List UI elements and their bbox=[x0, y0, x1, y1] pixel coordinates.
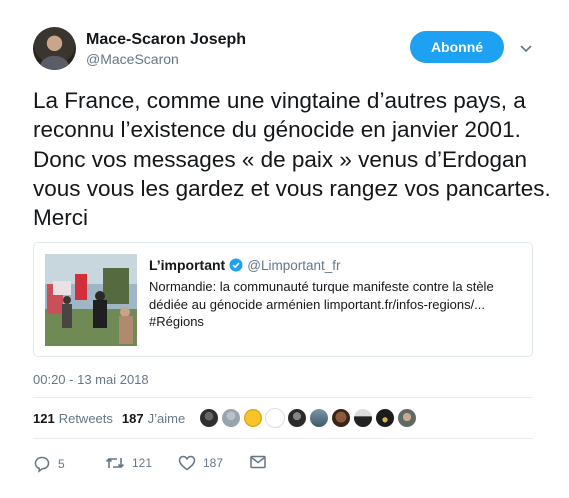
like-stat[interactable]: 187 J’aime bbox=[122, 411, 185, 426]
following-button[interactable]: Abonné bbox=[410, 31, 504, 63]
retweet-stat-count: 121 bbox=[33, 411, 55, 426]
author-name[interactable]: Mace-Scaron Joseph bbox=[86, 31, 246, 49]
envelope-icon bbox=[250, 455, 266, 469]
verified-badge-icon bbox=[229, 258, 243, 272]
liker-avatar[interactable] bbox=[265, 408, 285, 428]
liker-avatar[interactable] bbox=[397, 408, 417, 428]
direct-message-action[interactable] bbox=[250, 455, 266, 469]
like-count: 187 bbox=[203, 456, 224, 470]
reply-icon bbox=[34, 456, 50, 473]
quoted-author-handle[interactable]: @Limportant_fr bbox=[247, 258, 340, 273]
liker-avatar[interactable] bbox=[331, 408, 351, 428]
reply-action[interactable]: 5 bbox=[33, 455, 65, 473]
quoted-tweet-text: Normandie: la communauté turque manifest… bbox=[149, 279, 494, 329]
tweet-timestamp[interactable]: 00:20 - 13 mai 2018 bbox=[33, 372, 149, 387]
tweet-text: La France, comme une vingtaine d’autres … bbox=[33, 88, 551, 231]
quoted-tweet-image[interactable] bbox=[45, 254, 137, 346]
heart-icon bbox=[178, 455, 196, 471]
quoted-tweet[interactable]: L’important @Limportant_fr Normandie: la… bbox=[33, 242, 533, 357]
liker-avatar[interactable] bbox=[375, 408, 395, 428]
divider bbox=[33, 397, 533, 398]
quoted-author[interactable]: L’important @Limportant_fr bbox=[149, 257, 340, 273]
chevron-down-icon[interactable] bbox=[518, 40, 534, 56]
likers-avatars bbox=[199, 408, 417, 428]
liker-avatar[interactable] bbox=[287, 408, 307, 428]
like-stat-label: J’aime bbox=[147, 411, 186, 426]
retweet-icon bbox=[105, 457, 125, 469]
retweet-stat[interactable]: 121 Retweets bbox=[33, 411, 113, 426]
retweet-stat-label: Retweets bbox=[58, 411, 113, 426]
retweet-count: 121 bbox=[132, 456, 153, 470]
divider bbox=[33, 438, 533, 439]
author-handle[interactable]: @MaceScaron bbox=[86, 51, 179, 67]
liker-avatar[interactable] bbox=[353, 408, 373, 428]
like-stat-count: 187 bbox=[121, 411, 144, 426]
author-avatar[interactable] bbox=[33, 27, 76, 70]
retweet-action[interactable]: 121 bbox=[105, 455, 152, 471]
liker-avatar[interactable] bbox=[199, 408, 219, 428]
liker-avatar[interactable] bbox=[243, 408, 263, 428]
quoted-author-name[interactable]: L’important bbox=[149, 257, 225, 273]
reply-count: 5 bbox=[58, 457, 65, 471]
liker-avatar[interactable] bbox=[221, 408, 241, 428]
liker-avatar[interactable] bbox=[309, 408, 329, 428]
tweet-card: Mace-Scaron Joseph @MaceScaron Abonné La… bbox=[0, 0, 569, 498]
tweet-stats: 121 Retweets 187 J’aime bbox=[33, 411, 185, 426]
like-action[interactable]: 187 bbox=[178, 455, 223, 471]
